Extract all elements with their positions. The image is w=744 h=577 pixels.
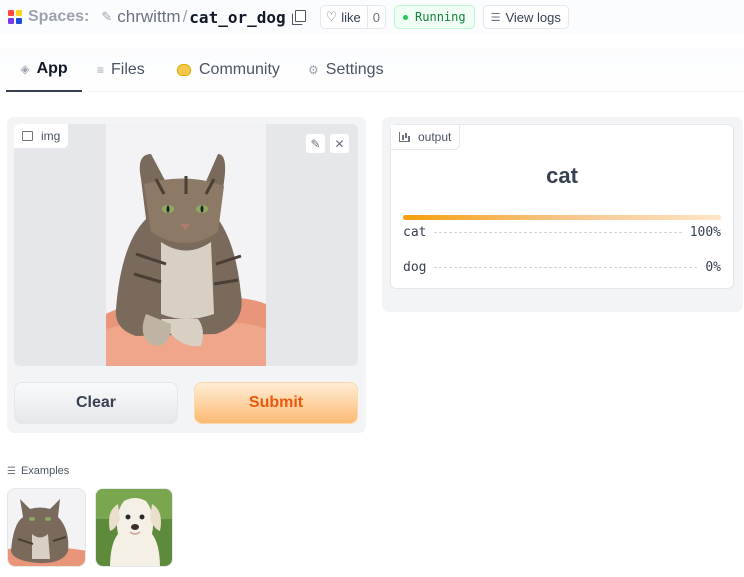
view-logs-label: View logs [505,9,561,25]
clear-button[interactable]: Clear [14,382,178,424]
image-label-text: img [41,129,61,143]
confidence-value: 0% [705,260,721,275]
status-text: Running [415,10,466,24]
path-separator: / [182,7,188,26]
image-icon [22,131,33,141]
output-label: output [391,125,461,150]
image-input[interactable]: img ✎ ✕ [14,124,358,366]
files-icon: ≡ [97,63,105,77]
like-count: 0 [366,6,385,28]
confidence-label: cat [403,225,427,240]
gear-icon: ⚙ [308,63,319,77]
dotted-leader [434,232,682,233]
tab-app[interactable]: ◈ App [6,48,82,92]
view-logs-button[interactable]: ☰ View logs [482,5,569,29]
tab-files[interactable]: ≡ Files [97,48,145,92]
examples-label: Examples [20,465,70,477]
cat-thumbnail-image [8,489,85,566]
label-output: output cat cat 100% dog 0% [390,124,734,289]
heart-icon: ♡ [325,9,338,24]
bar-chart-icon [399,132,410,142]
confidence-row[interactable]: cat 100% [403,225,721,240]
status-dot-icon [403,14,409,20]
confidence-value: 100% [689,225,721,240]
tab-settings[interactable]: ⚙ Settings [308,48,384,92]
logs-icon: ☰ [490,11,501,24]
like-button[interactable]: ♡ like 0 [319,5,387,29]
dotted-leader [434,267,698,268]
confidence-row[interactable]: dog 0% [403,260,721,275]
image-input-label: img [14,124,70,149]
example-cat-thumbnail[interactable] [7,488,86,567]
user-icon: ✎ [101,9,113,24]
status-badge[interactable]: Running [394,5,475,29]
community-icon [177,64,191,76]
like-label: like [341,9,361,25]
confidence-label: dog [403,260,427,275]
close-icon[interactable]: ✕ [329,133,350,154]
list-icon: ☰ [7,465,16,477]
spaces-label[interactable]: Spaces: [28,8,89,26]
spaces-logo-icon[interactable] [8,10,22,24]
confidence-bar [403,215,721,220]
example-dog-thumbnail[interactable] [95,488,173,567]
repo-name[interactable]: cat_or_dog [189,8,285,27]
predicted-label: cat [546,163,578,188]
cube-icon: ◈ [20,62,30,76]
cat-photo [106,124,266,366]
space-tabs: ◈ App ≡ Files Community ⚙ Settings [0,48,744,92]
tab-files-label: Files [111,61,145,78]
tab-community-label: Community [199,61,280,78]
top-header: Spaces: ✎ chrwittm / cat_or_dog ♡ like 0 … [0,0,744,34]
tab-app-label: App [36,60,68,77]
owner-link[interactable]: chrwittm [117,7,180,27]
copy-icon[interactable] [291,10,306,25]
output-label-text: output [418,130,452,144]
dog-thumbnail-image [96,489,172,566]
submit-button[interactable]: Submit [194,382,358,424]
tab-community[interactable]: Community [177,48,280,92]
edit-icon[interactable]: ✎ [305,133,326,154]
examples-header: ☰ Examples [7,465,69,477]
tab-settings-label: Settings [325,61,384,78]
